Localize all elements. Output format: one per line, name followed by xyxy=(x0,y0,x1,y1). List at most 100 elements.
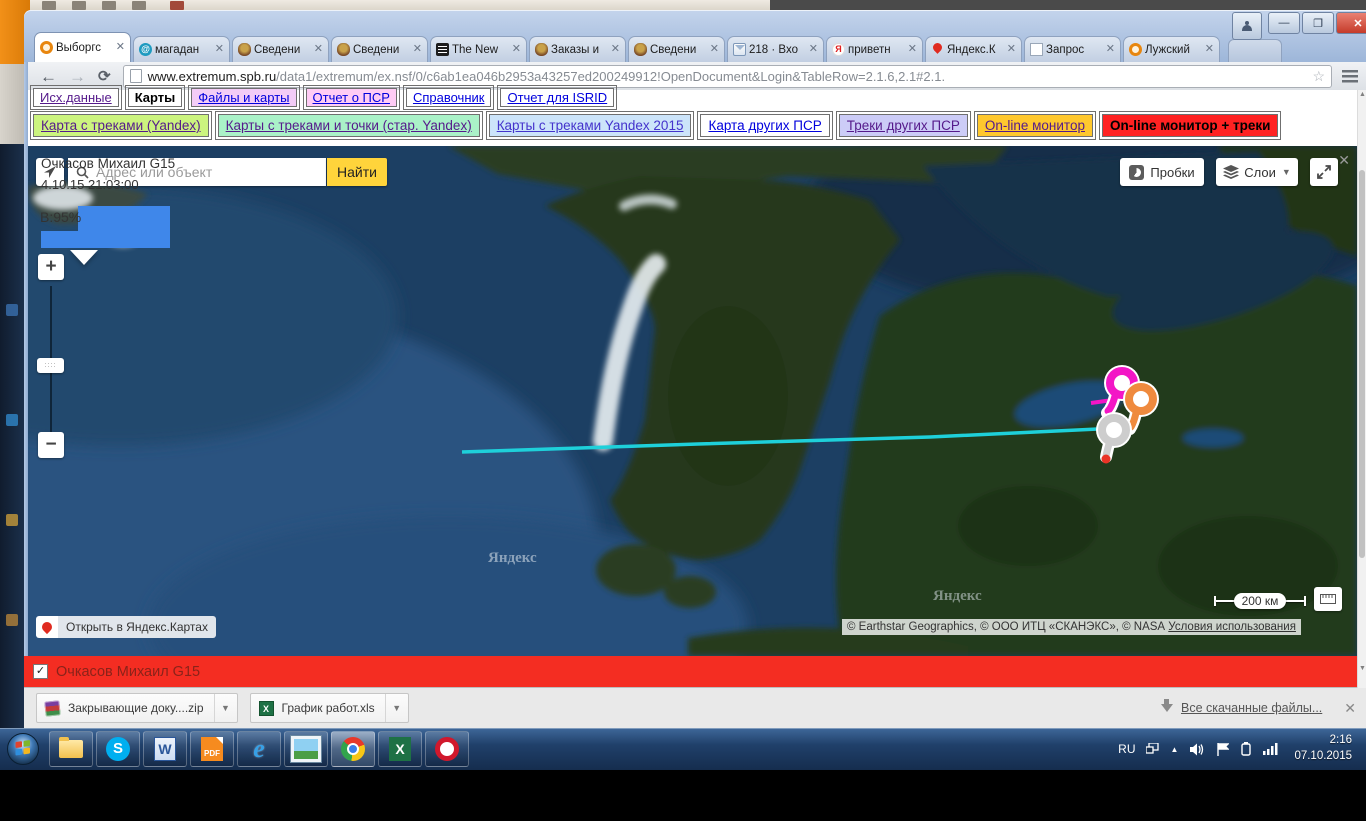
scale-label: 200 км xyxy=(1234,593,1287,609)
background-toolbar-icon xyxy=(72,1,86,10)
action-center-flag-icon[interactable] xyxy=(1217,743,1229,756)
new-tab-button[interactable] xyxy=(1228,39,1282,62)
forward-button[interactable]: → xyxy=(69,68,86,85)
scrollbar-down-arrow[interactable]: ▼ xyxy=(1358,664,1366,674)
tab-close-icon[interactable]: ✕ xyxy=(809,44,818,55)
desktop-icon[interactable] xyxy=(6,304,18,316)
desktop-icon[interactable] xyxy=(6,514,18,526)
tab-privet[interactable]: Я приветн ✕ xyxy=(826,36,923,62)
taskbar-ie-button[interactable]: e xyxy=(237,731,281,767)
tab-close-icon[interactable]: ✕ xyxy=(1007,44,1016,55)
zoom-in-button[interactable]: + xyxy=(38,254,64,280)
browser-menu-icon[interactable] xyxy=(1342,70,1358,83)
link-maps-current[interactable]: Карты xyxy=(128,88,183,107)
network-signal-icon[interactable] xyxy=(1263,743,1278,755)
tab-close-icon[interactable]: ✕ xyxy=(908,44,917,55)
tab-close-icon[interactable]: ✕ xyxy=(512,44,521,55)
balloon-close-icon[interactable]: ✕ xyxy=(1338,152,1350,169)
maximize-button[interactable]: ❐ xyxy=(1302,12,1334,34)
layout-icon[interactable] xyxy=(1146,743,1159,755)
download-dropdown-chevron[interactable]: ▼ xyxy=(214,694,237,722)
downloads-bar-close-icon[interactable]: ✕ xyxy=(1344,700,1356,717)
link-other-psr-map[interactable]: Карта других ПСР xyxy=(700,114,829,137)
open-in-yandex-maps-button[interactable]: Открыть в Яндекс.Картах xyxy=(36,616,216,638)
terms-of-use-link[interactable]: Условия использования xyxy=(1168,621,1296,633)
ruler-button[interactable] xyxy=(1314,587,1342,611)
tab-close-icon[interactable]: ✕ xyxy=(611,44,620,55)
scrollbar-thumb[interactable] xyxy=(1359,170,1365,558)
link-files-maps[interactable]: Файлы и карты xyxy=(191,88,296,107)
internet-explorer-icon: e xyxy=(253,736,265,762)
bookmark-star-icon[interactable]: ☆ xyxy=(1312,68,1325,85)
tab-close-icon[interactable]: ✕ xyxy=(314,44,323,55)
download-dropdown-chevron[interactable]: ▼ xyxy=(385,694,408,722)
hidden-icons-arrow[interactable]: ▲ xyxy=(1171,745,1179,754)
fullscreen-button[interactable] xyxy=(1310,158,1338,186)
taskbar-photo-viewer-button[interactable] xyxy=(284,731,328,767)
volume-icon[interactable] xyxy=(1190,743,1205,756)
traffic-label: Пробки xyxy=(1150,165,1194,180)
tab-svedeniya-2[interactable]: Сведени ✕ xyxy=(331,36,428,62)
link-source-data[interactable]: Исх.данные xyxy=(33,88,119,107)
address-bar[interactable]: www.extremum.spb.ru /data1/extremum/ex.n… xyxy=(123,65,1332,88)
tab-magadan[interactable]: @ магадан ✕ xyxy=(133,36,230,62)
desktop-icon[interactable] xyxy=(6,414,18,426)
tab-svedeniya-3[interactable]: Сведени ✕ xyxy=(628,36,725,62)
taskbar-word-button[interactable]: W xyxy=(143,731,187,767)
page-scrollbar[interactable]: ▲ ▼ xyxy=(1357,90,1366,688)
reload-button[interactable]: ⟳ xyxy=(98,67,111,85)
link-isrid-report[interactable]: Отчет для ISRID xyxy=(500,88,614,107)
scrollbar-up-arrow[interactable]: ▲ xyxy=(1358,90,1366,100)
tab-svedeniya-1[interactable]: Сведени ✕ xyxy=(232,36,329,62)
taskbar-opera-button[interactable] xyxy=(425,731,469,767)
tab-close-icon[interactable]: ✕ xyxy=(116,42,125,53)
tab-close-icon[interactable]: ✕ xyxy=(1205,44,1214,55)
link-directory[interactable]: Справочник xyxy=(406,88,492,107)
tab-yandex-maps[interactable]: Яндекс.К ✕ xyxy=(925,36,1022,62)
find-button[interactable]: Найти xyxy=(327,158,387,186)
taskbar-explorer-button[interactable] xyxy=(49,731,93,767)
tab-vyborg[interactable]: Выборгс ✕ xyxy=(34,32,131,62)
tab-luzhsky[interactable]: Лужский ✕ xyxy=(1123,36,1220,62)
link-psr-report[interactable]: Отчет о ПСР xyxy=(306,88,397,107)
start-button[interactable] xyxy=(0,729,46,769)
link-online-monitor[interactable]: On-line монитор xyxy=(977,114,1093,137)
link-online-monitor-tracks[interactable]: On-line монитор + треки xyxy=(1102,114,1279,137)
back-button[interactable]: ← xyxy=(40,68,57,85)
nav-row-1: Исх.данные Карты Файлы и карты Отчет о П… xyxy=(33,88,614,107)
map-attribution: © Earthstar Geographics, © ООО ИТЦ «СКАН… xyxy=(842,619,1301,635)
battery-icon[interactable] xyxy=(1241,742,1251,756)
zoom-slider-handle[interactable]: :::: xyxy=(37,358,64,373)
zoom-out-button[interactable]: − xyxy=(38,432,64,458)
link-maps-tracks-points-old[interactable]: Карты с треками и точки (стар. Yandex) xyxy=(218,114,480,137)
taskbar-skype-button[interactable]: S xyxy=(96,731,140,767)
tab-close-icon[interactable]: ✕ xyxy=(413,44,422,55)
desktop-icon[interactable] xyxy=(6,614,18,626)
download-item-zip[interactable]: Закрывающие доку....zip ▼ xyxy=(36,693,238,723)
link-other-psr-tracks[interactable]: Треки других ПСР xyxy=(839,114,968,137)
tab-strip: Выборгс ✕ @ магадан ✕ Сведени ✕ Сведени … xyxy=(34,30,1294,62)
tab-the-new[interactable]: The New ✕ xyxy=(430,36,527,62)
all-downloads-link[interactable]: Все скачанные файлы... xyxy=(1181,701,1322,715)
taskbar-excel-button[interactable]: X xyxy=(378,731,422,767)
tab-mail[interactable]: 218 · Вхо ✕ xyxy=(727,36,824,62)
tab-close-icon[interactable]: ✕ xyxy=(215,44,224,55)
profile-button[interactable] xyxy=(1232,12,1262,40)
map-canvas[interactable]: Найти Пробки Слои ▼ + :::: − Очкасов Мих… xyxy=(28,146,1357,656)
tab-zakazy[interactable]: Заказы и ✕ xyxy=(529,36,626,62)
track-checkbox[interactable]: ✓ xyxy=(33,664,48,679)
language-indicator[interactable]: RU xyxy=(1118,742,1135,756)
traffic-button[interactable]: Пробки xyxy=(1120,158,1204,186)
minimize-button[interactable]: — xyxy=(1268,12,1300,34)
download-item-xls[interactable]: X График работ.xls ▼ xyxy=(250,693,409,723)
link-maps-tracks-2015[interactable]: Карты с треками Yandex 2015 xyxy=(489,114,692,137)
taskbar-clock[interactable]: 2:16 07.10.2015 xyxy=(1294,733,1352,764)
tab-close-icon[interactable]: ✕ xyxy=(710,44,719,55)
taskbar-chrome-button[interactable] xyxy=(331,731,375,767)
taskbar-pdf-button[interactable]: PDF xyxy=(190,731,234,767)
close-button[interactable]: ✕ xyxy=(1336,12,1366,34)
tab-close-icon[interactable]: ✕ xyxy=(1106,44,1115,55)
link-map-tracks-yandex[interactable]: Карта с треками (Yandex) xyxy=(33,114,209,137)
layers-button[interactable]: Слои ▼ xyxy=(1216,158,1298,186)
tab-zapros[interactable]: Запрос ✕ xyxy=(1024,36,1121,62)
